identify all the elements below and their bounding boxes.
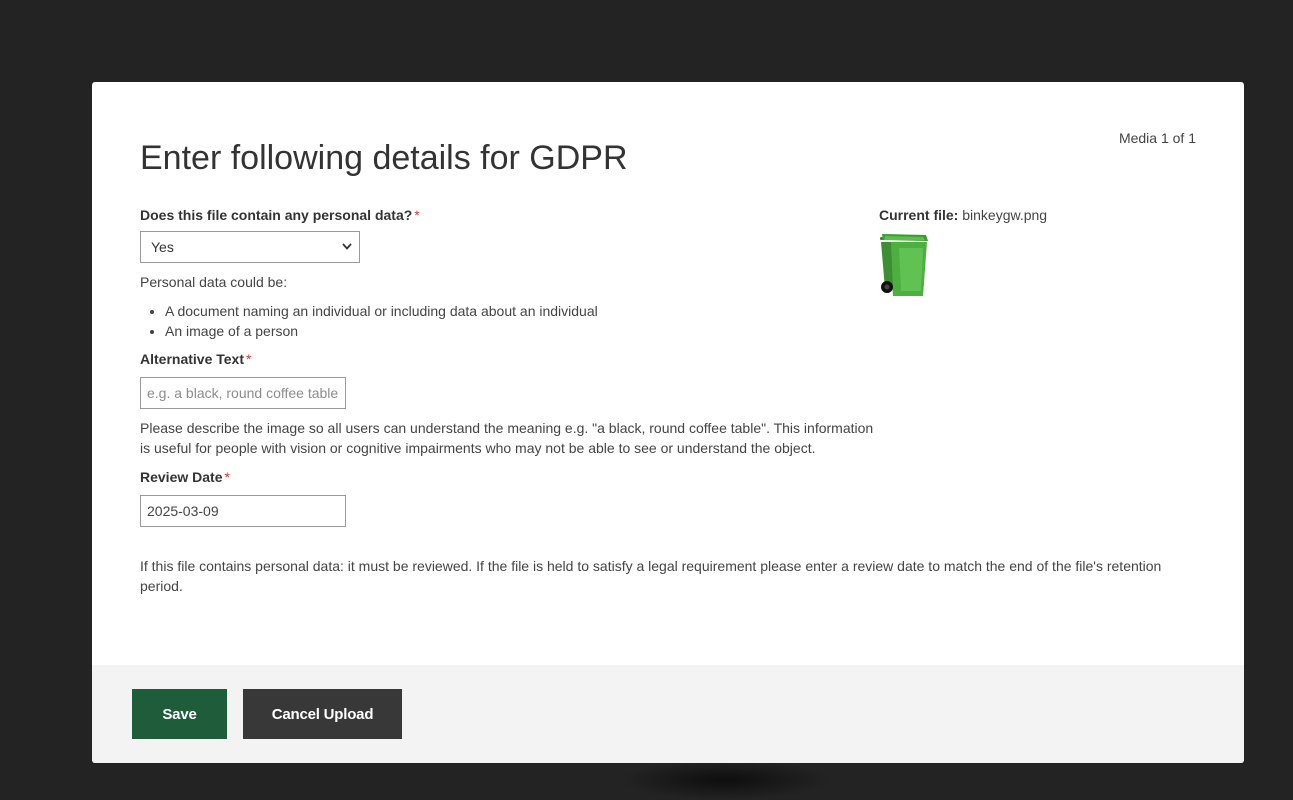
required-marker: * [414, 207, 420, 223]
modal-body: Media 1 of 1 Enter following details for… [92, 82, 1244, 665]
personal-data-selected-value: Yes [151, 239, 174, 255]
cancel-upload-button[interactable]: Cancel Upload [243, 689, 402, 739]
alt-text-label: Alternative Text * [140, 350, 880, 368]
review-date-value: 2025-03-09 [147, 503, 219, 519]
personal-data-select[interactable]: Yes [140, 231, 360, 263]
current-file-line: Current file: binkeygw.png [879, 206, 1179, 224]
green-wheelie-bin-icon [880, 234, 928, 296]
required-marker: * [224, 469, 230, 485]
alt-text-help: Please describe the image so all users c… [140, 420, 874, 456]
review-date-label: Review Date * [140, 468, 880, 486]
gdpr-form: Does this file contain any personal data… [140, 206, 880, 527]
required-marker: * [246, 351, 252, 367]
save-button[interactable]: Save [132, 689, 227, 739]
current-file-panel: Current file: binkeygw.png [879, 206, 1179, 306]
chevron-down-icon [342, 243, 352, 250]
review-date-label-text: Review Date [140, 469, 223, 485]
gdpr-modal: Media 1 of 1 Enter following details for… [92, 82, 1244, 763]
personal-data-label-text: Does this file contain any personal data… [140, 207, 413, 223]
personal-data-label: Does this file contain any personal data… [140, 206, 880, 224]
modal-footer: Save Cancel Upload [92, 665, 1244, 763]
list-item: A document naming an individual or inclu… [165, 301, 880, 321]
review-date-help: If this file contains personal data: it … [140, 558, 1162, 594]
current-file-name: binkeygw.png [962, 207, 1048, 223]
alt-text-placeholder: e.g. a black, round coffee table [147, 385, 339, 401]
review-date-input[interactable]: 2025-03-09 [140, 495, 346, 527]
backdrop-shadow [620, 760, 830, 800]
alt-text-input[interactable]: e.g. a black, round coffee table [140, 377, 346, 409]
alt-text-label-text: Alternative Text [140, 351, 244, 367]
page-title: Enter following details for GDPR [140, 139, 628, 177]
media-counter: Media 1 of 1 [1118, 130, 1196, 146]
current-file-label: Current file: [879, 207, 959, 223]
list-item: An image of a person [165, 321, 880, 341]
personal-data-intro: Personal data could be: [140, 274, 288, 290]
personal-data-examples: A document naming an individual or inclu… [140, 301, 880, 341]
